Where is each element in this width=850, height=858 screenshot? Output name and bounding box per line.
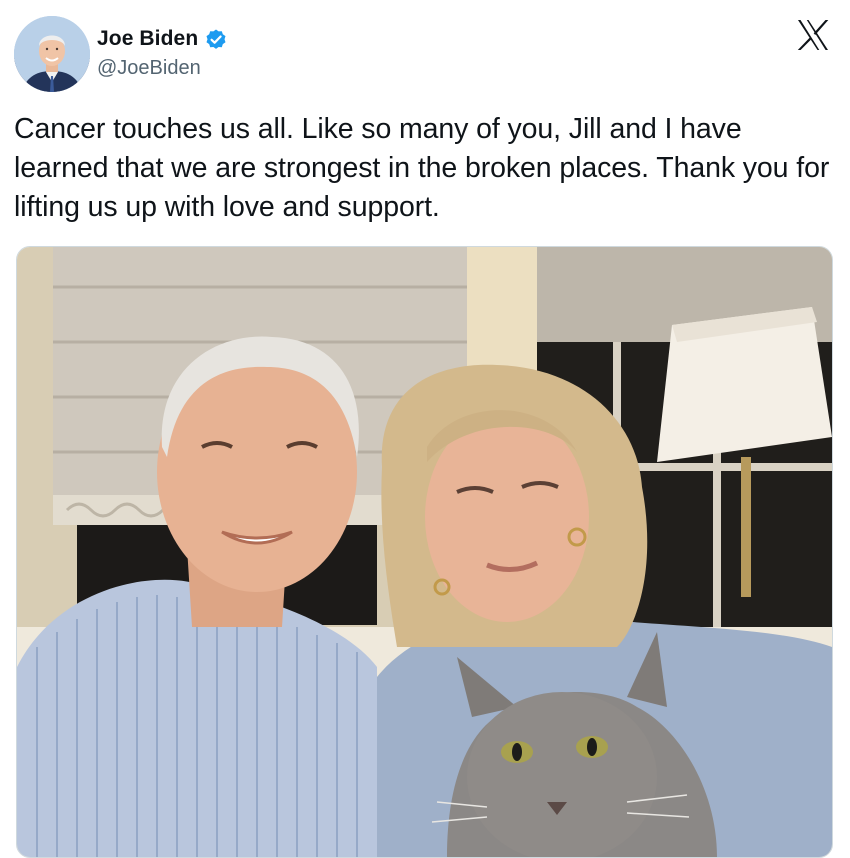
author-block: Joe Biden @JoeBiden	[97, 24, 228, 80]
tweet-photo[interactable]	[16, 246, 833, 858]
display-name[interactable]: Joe Biden	[97, 27, 198, 51]
verified-badge-icon	[204, 27, 228, 51]
name-row: Joe Biden	[97, 24, 228, 54]
user-handle[interactable]: @JoeBiden	[97, 57, 228, 80]
tweet-text: Cancer touches us all. Like so many of y…	[14, 113, 830, 223]
avatar-image	[14, 16, 90, 92]
tweet-card: Joe Biden @JoeBiden Cancer touches us al…	[0, 0, 850, 858]
photo-illustration	[17, 247, 832, 857]
avatar[interactable]	[14, 16, 90, 92]
x-logo-icon[interactable]	[796, 18, 830, 52]
